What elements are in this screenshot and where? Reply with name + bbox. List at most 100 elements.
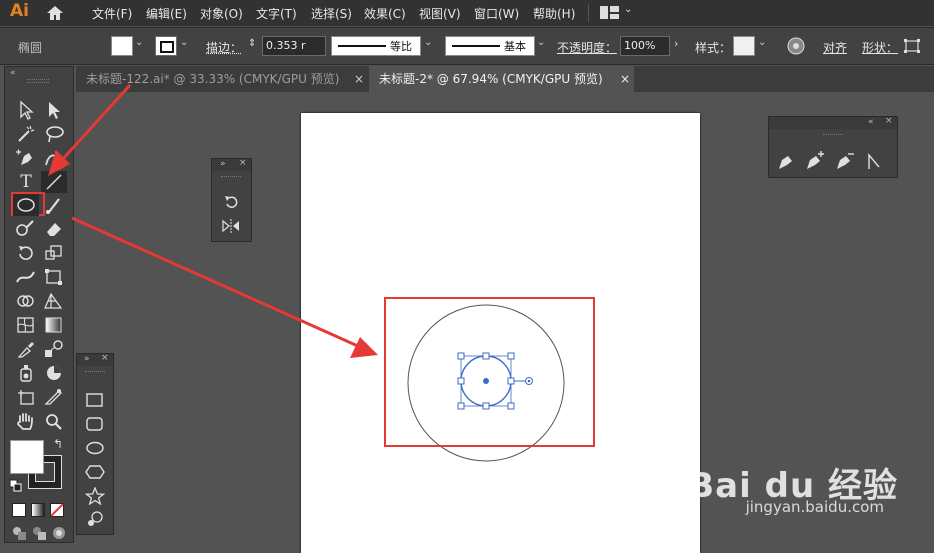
align-label[interactable]: 对齐 (823, 39, 847, 56)
fill-color-box[interactable] (10, 440, 44, 474)
rounded-rectangle-tool[interactable] (85, 416, 105, 432)
lasso-tool[interactable] (41, 123, 67, 145)
brush-label: 基本 (504, 40, 526, 53)
menu-edit[interactable]: 编辑(E) (146, 5, 187, 22)
reflect-tool[interactable] (220, 217, 242, 235)
hand-tool[interactable] (13, 410, 39, 432)
blend-tool[interactable] (41, 338, 67, 360)
gradient-mode-button[interactable] (31, 503, 45, 517)
delete-anchor-point-tool[interactable] (833, 151, 855, 171)
panel-grip[interactable] (27, 79, 49, 83)
stroke-label[interactable]: 描边： (206, 39, 242, 56)
symbol-sprayer-tool[interactable] (13, 362, 39, 384)
tab-document-2[interactable]: 未标题-2* @ 67.94% (CMYK/GPU 预览) × (369, 66, 634, 92)
app-logo: Ai (10, 1, 29, 21)
eyedropper-tool[interactable] (13, 338, 39, 360)
shape-builder-tool[interactable] (13, 290, 39, 312)
scale-tool[interactable] (41, 242, 67, 264)
chevron-right-icon[interactable]: › (674, 37, 678, 50)
stroke-weight-input[interactable]: 0.353 r (262, 36, 326, 56)
eraser-tool[interactable] (41, 218, 67, 240)
paintbrush-tool[interactable] (41, 194, 67, 216)
close-icon[interactable]: × (354, 66, 364, 92)
artboard-tool[interactable] (13, 386, 39, 408)
free-transform-tool[interactable] (41, 266, 67, 288)
collapse-panel-icon[interactable]: « (10, 68, 16, 78)
perspective-grid-tool[interactable] (41, 290, 67, 312)
stroke-profile-label: 等比 (390, 40, 412, 53)
workspace-layout-icon[interactable] (600, 6, 620, 20)
ellipse-tool[interactable] (85, 440, 105, 456)
close-icon[interactable]: × (620, 66, 630, 92)
ellipse-tool[interactable] (13, 194, 39, 216)
zoom-tool[interactable] (41, 410, 67, 432)
opacity-input[interactable]: 100% (620, 36, 670, 56)
default-colors-icon[interactable] (9, 479, 23, 493)
direct-selection-tool[interactable] (41, 99, 67, 121)
menu-file[interactable]: 文件(F) (92, 5, 132, 22)
menu-effect[interactable]: 效果(C) (364, 5, 406, 22)
color-mode-button[interactable] (12, 503, 26, 517)
menu-view[interactable]: 视图(V) (419, 5, 461, 22)
panel-header[interactable]: » × (212, 158, 251, 171)
rotate-tool[interactable] (13, 242, 39, 264)
type-tool[interactable]: T (13, 171, 39, 193)
document-tab-bar: 未标题-122.ai* @ 33.33% (CMYK/GPU 预览) × 未标题… (76, 66, 934, 92)
chevron-down-icon[interactable]: ⌄ (135, 37, 143, 48)
pen-tool[interactable] (775, 151, 797, 171)
pen-tool[interactable] (13, 147, 39, 169)
pen-tools-panel: «× (768, 116, 898, 178)
brush-definition[interactable]: 基本 (445, 36, 535, 56)
panel-header[interactable]: «× (769, 116, 897, 129)
menu-select[interactable]: 选择(S) (311, 5, 352, 22)
fill-swatch[interactable] (111, 36, 133, 56)
menu-help[interactable]: 帮助(H) (533, 5, 575, 22)
menu-type[interactable]: 文字(T) (256, 5, 297, 22)
tab-label: 未标题-122.ai* @ 33.33% (CMYK/GPU 预览) (86, 72, 340, 86)
star-tool[interactable] (85, 487, 105, 505)
menu-window[interactable]: 窗口(W) (474, 5, 519, 22)
polygon-tool[interactable] (85, 464, 105, 480)
stroke-swatch[interactable] (155, 36, 177, 56)
chevron-down-icon[interactable]: ⌄ (424, 37, 432, 48)
none-mode-button[interactable] (50, 503, 64, 517)
control-bar: 椭圆 ⌄ ⌄ 描边： ⇕ 0.353 r 等比 ⌄ 基本 ⌄ 不透明度： 100… (0, 27, 934, 65)
shape-properties-icon[interactable] (904, 39, 920, 53)
chevron-down-icon[interactable]: ⌄ (537, 37, 545, 48)
style-label: 样式： (695, 41, 732, 55)
chevron-down-icon[interactable]: ⌄ (758, 37, 766, 48)
gradient-tool[interactable] (41, 314, 67, 336)
stepper-icon[interactable]: ⇕ (248, 38, 256, 49)
line-segment-tool[interactable] (41, 171, 67, 193)
slice-tool[interactable] (41, 386, 67, 408)
shape-label[interactable]: 形状： (862, 39, 898, 56)
column-graph-tool[interactable] (41, 362, 67, 384)
tools-panel: « T ↰ (4, 66, 74, 543)
magic-wand-tool[interactable] (13, 123, 39, 145)
mesh-tool[interactable] (13, 314, 39, 336)
recolor-artwork-icon[interactable] (787, 37, 805, 55)
rectangle-tool[interactable] (85, 392, 105, 408)
draw-normal-icon[interactable] (11, 525, 27, 541)
graphic-style-swatch[interactable] (733, 36, 755, 56)
rotate-tool[interactable] (220, 193, 242, 211)
opacity-label[interactable]: 不透明度： (557, 39, 617, 56)
anchor-point-tool[interactable] (863, 151, 885, 171)
curvature-tool[interactable] (41, 147, 67, 169)
add-anchor-point-tool[interactable] (803, 151, 825, 171)
tab-document-122[interactable]: 未标题-122.ai* @ 33.33% (CMYK/GPU 预览) × (76, 66, 368, 92)
draw-behind-icon[interactable] (31, 525, 47, 541)
chevron-down-icon[interactable]: ⌄ (180, 37, 188, 48)
chevron-down-icon[interactable]: ⌄ (624, 4, 632, 15)
selection-tool[interactable] (13, 99, 39, 121)
home-icon[interactable] (46, 5, 64, 21)
variable-width-profile[interactable]: 等比 (331, 36, 421, 56)
shaper-tool[interactable] (13, 218, 39, 240)
draw-inside-icon[interactable] (51, 525, 67, 541)
flare-tool[interactable] (85, 510, 105, 528)
menu-object[interactable]: 对象(O) (200, 5, 243, 22)
width-tool[interactable] (13, 266, 39, 288)
canvas-highlight-box (384, 297, 595, 447)
swap-fill-stroke-icon[interactable]: ↰ (53, 437, 63, 451)
panel-header[interactable]: » × (77, 353, 113, 366)
